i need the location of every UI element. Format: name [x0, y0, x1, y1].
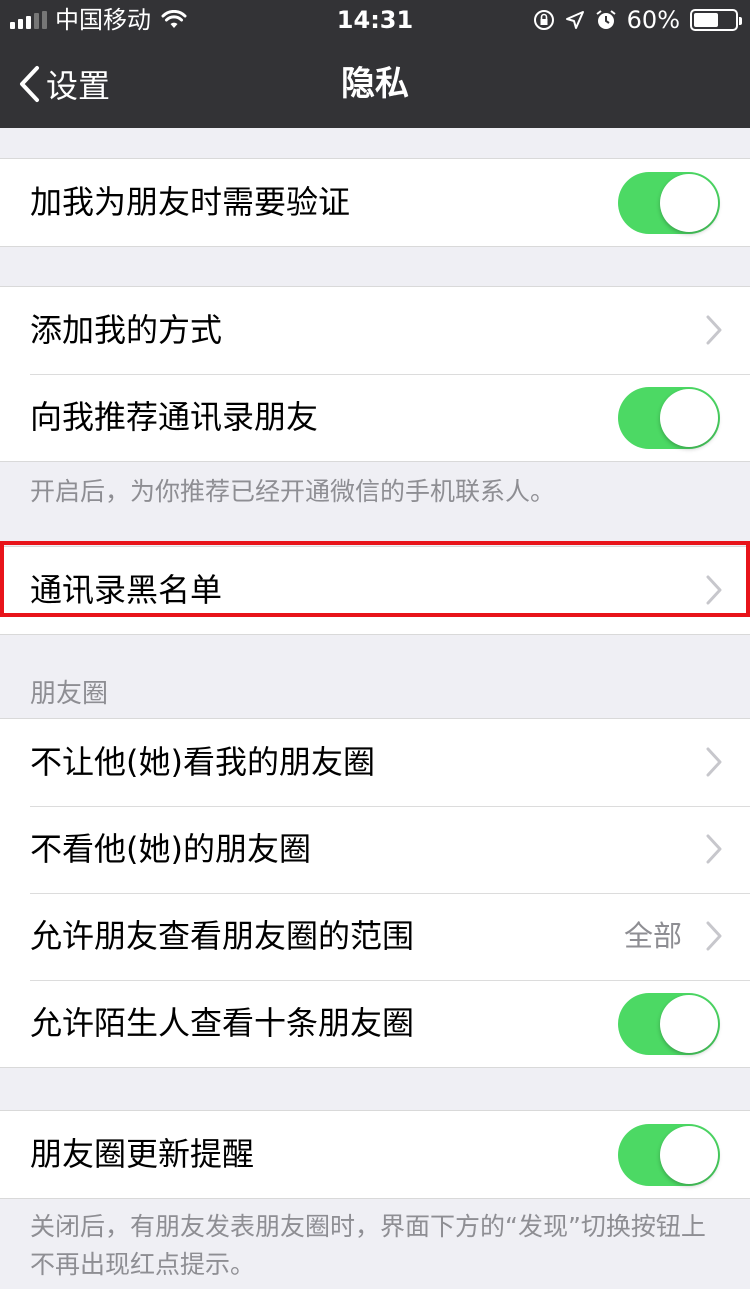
chevron-right-icon	[706, 921, 722, 955]
page-title: 隐私	[341, 64, 409, 104]
location-icon	[565, 10, 585, 30]
hide-moments-label: 不看他(她)的朋友圈	[30, 830, 311, 868]
orientation-lock-icon	[533, 9, 555, 31]
blacklist-label: 通讯录黑名单	[30, 571, 223, 609]
moments-update-group: 朋友圈更新提醒	[0, 1110, 750, 1199]
add-methods-cell[interactable]: 添加我的方式	[0, 287, 750, 374]
hide-moments-cell[interactable]: 不看他(她)的朋友圈	[0, 806, 750, 893]
verify-toggle[interactable]	[618, 172, 720, 234]
stranger-view-toggle[interactable]	[618, 993, 720, 1055]
recommend-toggle[interactable]	[618, 387, 720, 449]
contacts-group: 添加我的方式 向我推荐通讯录朋友	[0, 286, 750, 462]
alarm-icon	[595, 9, 617, 31]
verify-cell: 加我为朋友时需要验证	[0, 159, 750, 246]
block-viewer-cell[interactable]: 不让他(她)看我的朋友圈	[0, 719, 750, 806]
moments-section-title: 朋友圈	[30, 679, 109, 709]
stranger-view-label: 允许陌生人查看十条朋友圈	[30, 1004, 415, 1042]
top-bar: 中国移动 14:31 60% 设置 隐私	[0, 0, 750, 128]
chevron-right-icon	[706, 575, 722, 609]
moments-update-note: 关闭后，有朋友发表朋友圈时，界面下方的“发现”切换按钮上不再出现红点提示。	[30, 1212, 706, 1279]
chevron-right-icon	[706, 834, 722, 868]
battery-level	[694, 13, 718, 27]
stranger-view-cell: 允许陌生人查看十条朋友圈	[0, 980, 750, 1067]
chevron-right-icon	[706, 747, 722, 781]
block-viewer-label: 不让他(她)看我的朋友圈	[30, 743, 375, 781]
chevron-right-icon	[706, 315, 722, 349]
verify-label: 加我为朋友时需要验证	[30, 183, 351, 221]
add-methods-label: 添加我的方式	[30, 311, 223, 349]
blacklist-group: 通讯录黑名单	[0, 546, 750, 635]
moments-update-cell: 朋友圈更新提醒	[0, 1111, 750, 1198]
recommend-label: 向我推荐通讯录朋友	[30, 398, 319, 436]
verify-group: 加我为朋友时需要验证	[0, 158, 750, 247]
moments-group: 不让他(她)看我的朋友圈 不看他(她)的朋友圈 允许朋友查看朋友圈的范围 全部 …	[0, 718, 750, 1068]
moments-update-toggle[interactable]	[618, 1124, 720, 1186]
visibility-range-cell[interactable]: 允许朋友查看朋友圈的范围 全部	[0, 893, 750, 980]
battery-percent: 60%	[626, 6, 680, 34]
navigation-bar: 设置 隐私	[0, 40, 750, 128]
recommend-note: 开启后，为你推荐已经开通微信的手机联系人。	[30, 477, 556, 506]
recommend-cell: 向我推荐通讯录朋友	[0, 374, 750, 461]
visibility-range-label: 允许朋友查看朋友圈的范围	[30, 917, 415, 955]
visibility-range-value: 全部	[623, 919, 682, 953]
moments-update-label: 朋友圈更新提醒	[30, 1135, 255, 1173]
blacklist-cell[interactable]: 通讯录黑名单	[0, 547, 750, 634]
status-bar: 中国移动 14:31 60%	[0, 0, 750, 40]
battery-icon	[690, 9, 742, 31]
